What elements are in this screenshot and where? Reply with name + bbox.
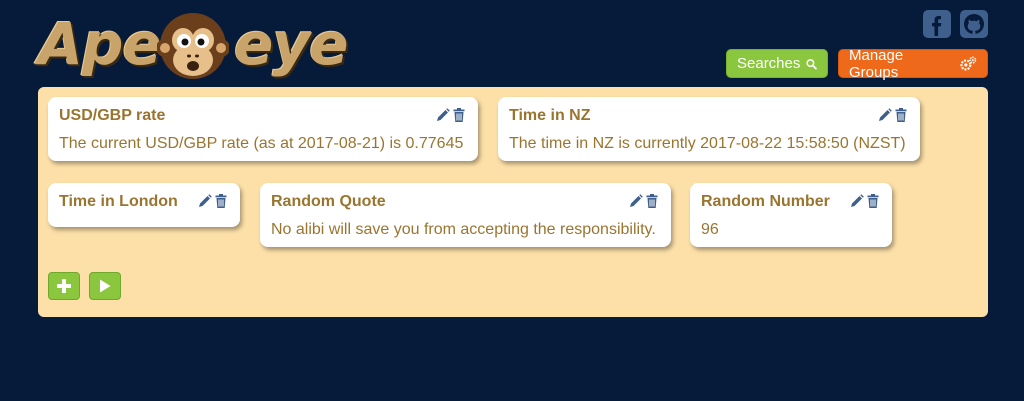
card-result: No alibi will save you from accepting th… xyxy=(271,221,656,238)
trash-icon[interactable] xyxy=(867,194,881,208)
card-title: USD/GBP rate xyxy=(59,107,166,124)
pencil-icon[interactable] xyxy=(629,194,643,208)
searches-button[interactable]: Searches xyxy=(726,49,828,78)
play-icon xyxy=(100,279,111,293)
card-actions xyxy=(198,194,229,208)
card-title: Random Quote xyxy=(271,193,386,210)
trash-icon[interactable] xyxy=(453,108,467,122)
logo-text-eye: eye xyxy=(234,10,348,78)
facebook-icon[interactable] xyxy=(923,10,951,38)
search-icon xyxy=(806,58,817,69)
search-card: Time in NZ The time in NZ is currently 2… xyxy=(498,97,920,161)
trash-icon[interactable] xyxy=(895,108,909,122)
search-card: Time in London xyxy=(48,183,240,227)
search-card: Random Number 96 xyxy=(690,183,892,247)
card-result: The time in NZ is currently 2017-08-22 1… xyxy=(509,135,906,152)
pencil-icon[interactable] xyxy=(198,194,212,208)
github-icon[interactable] xyxy=(960,10,988,38)
search-card: USD/GBP rate The current USD/GBP rate (a… xyxy=(48,97,478,161)
logo-text-ape: Ape xyxy=(38,10,162,78)
pencil-icon[interactable] xyxy=(436,108,450,122)
card-actions xyxy=(850,194,881,208)
card-actions xyxy=(878,108,909,122)
cogs-icon xyxy=(960,56,977,71)
card-actions xyxy=(629,194,660,208)
monkey-icon xyxy=(157,13,229,79)
card-result: The current USD/GBP rate (as at 2017-08-… xyxy=(59,135,464,152)
search-group-panel: USD/GBP rate The current USD/GBP rate (a… xyxy=(38,87,988,317)
search-card: Random Quote No alibi will save you from… xyxy=(260,183,671,247)
logo: Ape eye xyxy=(38,8,348,80)
searches-label: Searches xyxy=(737,55,801,72)
trash-icon[interactable] xyxy=(646,194,660,208)
manage-groups-button[interactable]: Manage Groups xyxy=(838,46,988,81)
card-actions xyxy=(436,108,467,122)
plus-icon xyxy=(57,279,71,293)
run-searches-button[interactable] xyxy=(89,272,121,300)
add-search-button[interactable] xyxy=(48,272,80,300)
card-title: Time in NZ xyxy=(509,107,591,124)
manage-groups-label: Manage Groups xyxy=(849,46,904,81)
card-result: 96 xyxy=(701,221,719,238)
trash-icon[interactable] xyxy=(215,194,229,208)
pencil-icon[interactable] xyxy=(850,194,864,208)
pencil-icon[interactable] xyxy=(878,108,892,122)
